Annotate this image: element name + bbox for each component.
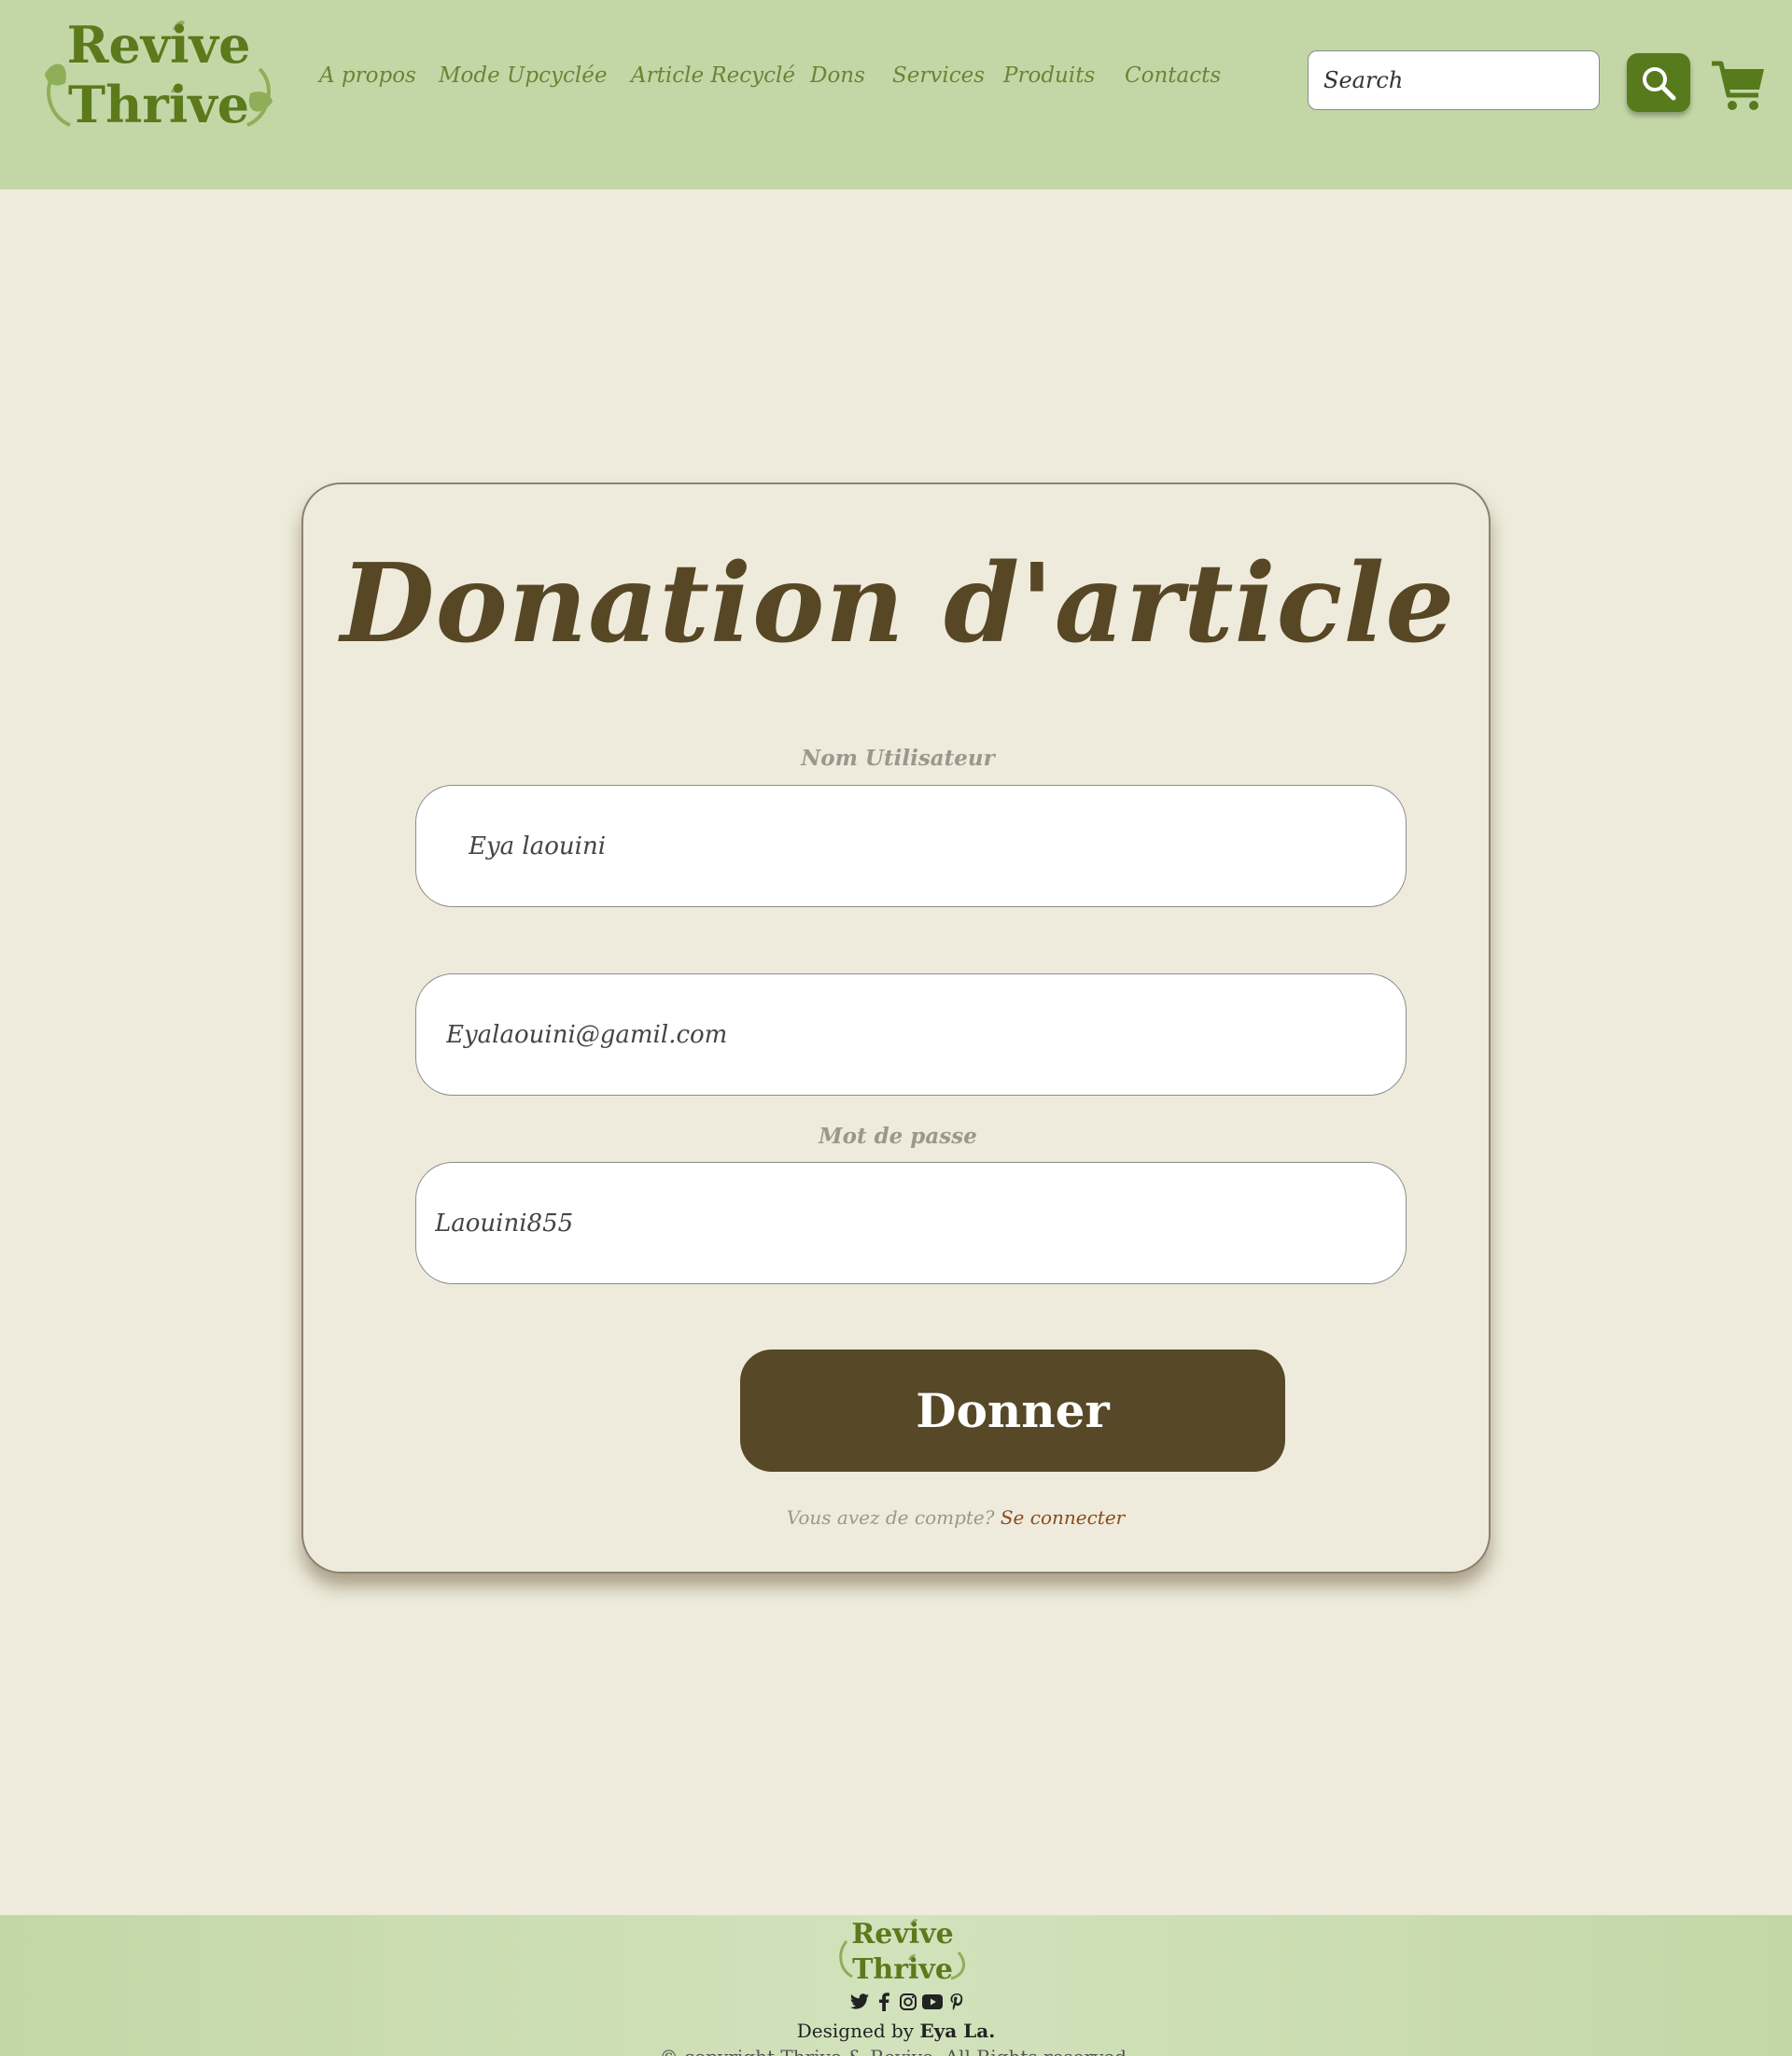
twitter-icon[interactable]: [849, 1992, 870, 2012]
donate-button[interactable]: Donner: [740, 1350, 1285, 1472]
footer-brand-line-1: Revive: [851, 1918, 954, 1951]
cart-button[interactable]: [1710, 58, 1766, 114]
footer-brand-line-2: Thrive: [852, 1953, 953, 1986]
brand-line-2: Thrive: [67, 75, 250, 134]
brand-line-1: Revive: [66, 15, 251, 75]
cart-icon: [1712, 61, 1764, 110]
account-prompt: Vous avez de compte? Se connecter: [303, 1506, 1492, 1529]
site-footer: Revive Thrive Designed by Eya La. © copy…: [0, 1915, 1792, 2056]
facebook-icon[interactable]: [874, 1992, 894, 2012]
footer-logo[interactable]: Revive Thrive: [835, 1915, 970, 1988]
site-header: Revive Thrive A propos Mode Upcyclée Art…: [0, 0, 1792, 189]
nav-item-mode-upcyclee[interactable]: Mode Upcyclée: [439, 63, 608, 88]
designer-name: Eya La.: [919, 2020, 996, 2042]
social-links: [849, 1992, 967, 2014]
youtube-icon[interactable]: [922, 1992, 943, 2012]
username-field[interactable]: [415, 785, 1407, 907]
nav-item-services[interactable]: Services: [892, 63, 985, 88]
search-button[interactable]: [1627, 53, 1690, 112]
nav-item-produits[interactable]: Produits: [1003, 63, 1095, 88]
designed-by: Designed by Eya La.: [0, 2020, 1792, 2042]
search-icon: [1643, 66, 1676, 100]
login-link[interactable]: Se connecter: [1001, 1506, 1125, 1529]
password-field[interactable]: [415, 1162, 1407, 1284]
nav-item-contacts[interactable]: Contacts: [1125, 63, 1221, 88]
page-title: Donation d'article: [340, 540, 1456, 667]
username-label: Nom Utilisateur: [801, 746, 995, 771]
copyright-text: © copyright Thrive & Revive. All Rights …: [0, 2046, 1792, 2056]
nav-item-a-propos[interactable]: A propos: [319, 63, 416, 88]
email-field[interactable]: [415, 973, 1407, 1096]
password-label: Mot de passe: [819, 1124, 977, 1149]
instagram-icon[interactable]: [898, 1992, 918, 2012]
brand-logo[interactable]: Revive Thrive: [37, 13, 280, 139]
pinterest-icon[interactable]: [946, 1992, 967, 2012]
nav-item-article-recycle[interactable]: Article Recyclé: [631, 63, 795, 88]
search-input[interactable]: [1308, 50, 1600, 110]
donation-card: Donation d'article Nom Utilisateur Mot d…: [301, 483, 1491, 1573]
nav-item-dons[interactable]: Dons: [810, 63, 865, 88]
account-text: Vous avez de compte?: [786, 1506, 995, 1529]
designed-prefix: Designed by: [796, 2020, 915, 2042]
